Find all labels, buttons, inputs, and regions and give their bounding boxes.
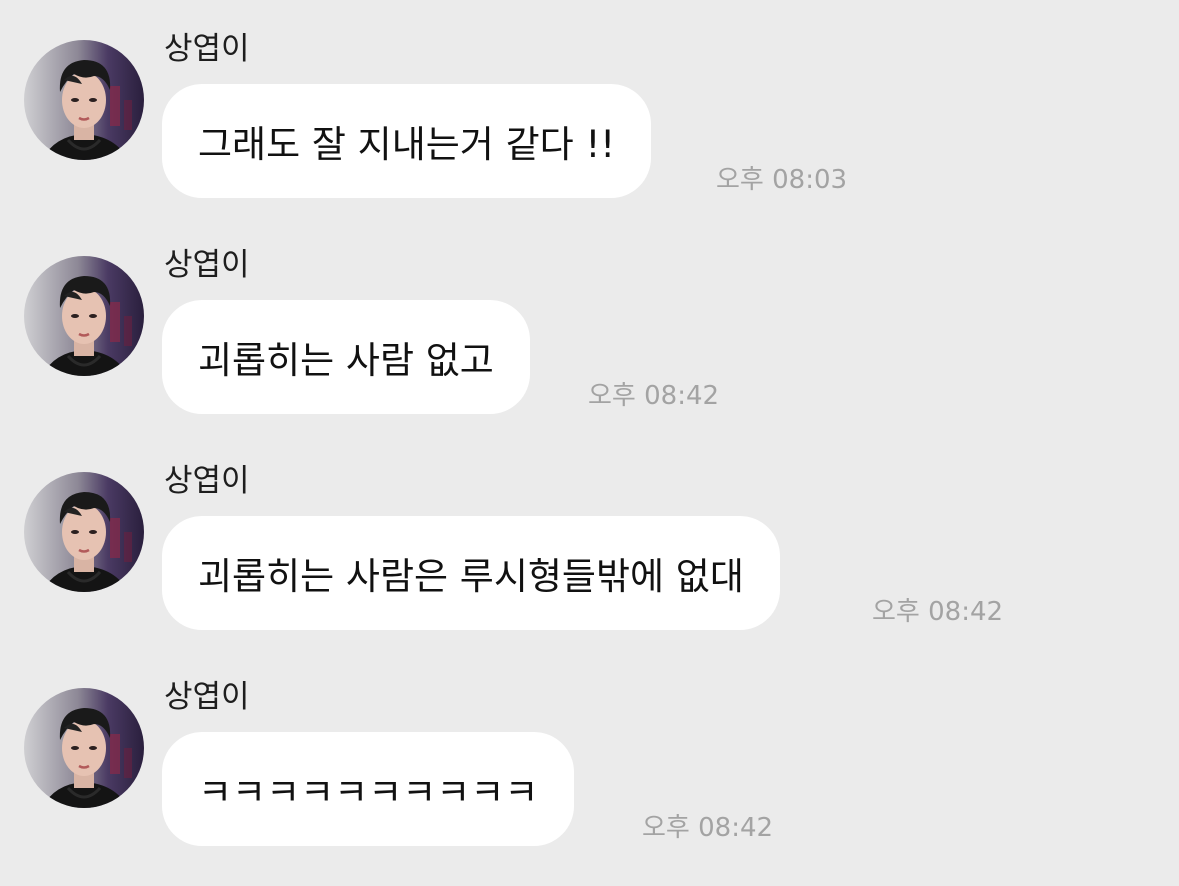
message-bubble[interactable]: 괴롭히는 사람 없고	[162, 300, 530, 414]
avatar[interactable]	[24, 472, 144, 592]
message-row: 상엽이 괴롭히는 사람은 루시형들밖에 없대 오후 08:42	[0, 432, 1179, 632]
message-timestamp: 오후 08:03	[716, 165, 848, 195]
avatar[interactable]	[24, 256, 144, 376]
message-row: 상엽이 괴롭히는 사람 없고 오후 08:42	[0, 216, 1179, 416]
message-bubble[interactable]: 괴롭히는 사람은 루시형들밖에 없대	[162, 516, 780, 630]
message-timestamp: 오후 08:42	[642, 813, 774, 843]
message-row: 상엽이 그래도 잘 지내는거 같다 !! 오후 08:03	[0, 0, 1179, 200]
sender-name: 상엽이	[164, 679, 250, 715]
message-row: 상엽이 ㅋㅋㅋㅋㅋㅋㅋㅋㅋㅋ 오후 08:42	[0, 648, 1179, 848]
sender-name: 상엽이	[164, 247, 250, 283]
sender-name: 상엽이	[164, 31, 250, 67]
message-bubble[interactable]: ㅋㅋㅋㅋㅋㅋㅋㅋㅋㅋ	[162, 732, 575, 846]
message-timestamp: 오후 08:42	[588, 381, 720, 411]
avatar[interactable]	[24, 40, 144, 160]
message-bubble[interactable]: 그래도 잘 지내는거 같다 !!	[162, 84, 652, 198]
sender-name: 상엽이	[164, 463, 250, 499]
message-timestamp: 오후 08:42	[872, 597, 1004, 627]
avatar[interactable]	[24, 688, 144, 808]
